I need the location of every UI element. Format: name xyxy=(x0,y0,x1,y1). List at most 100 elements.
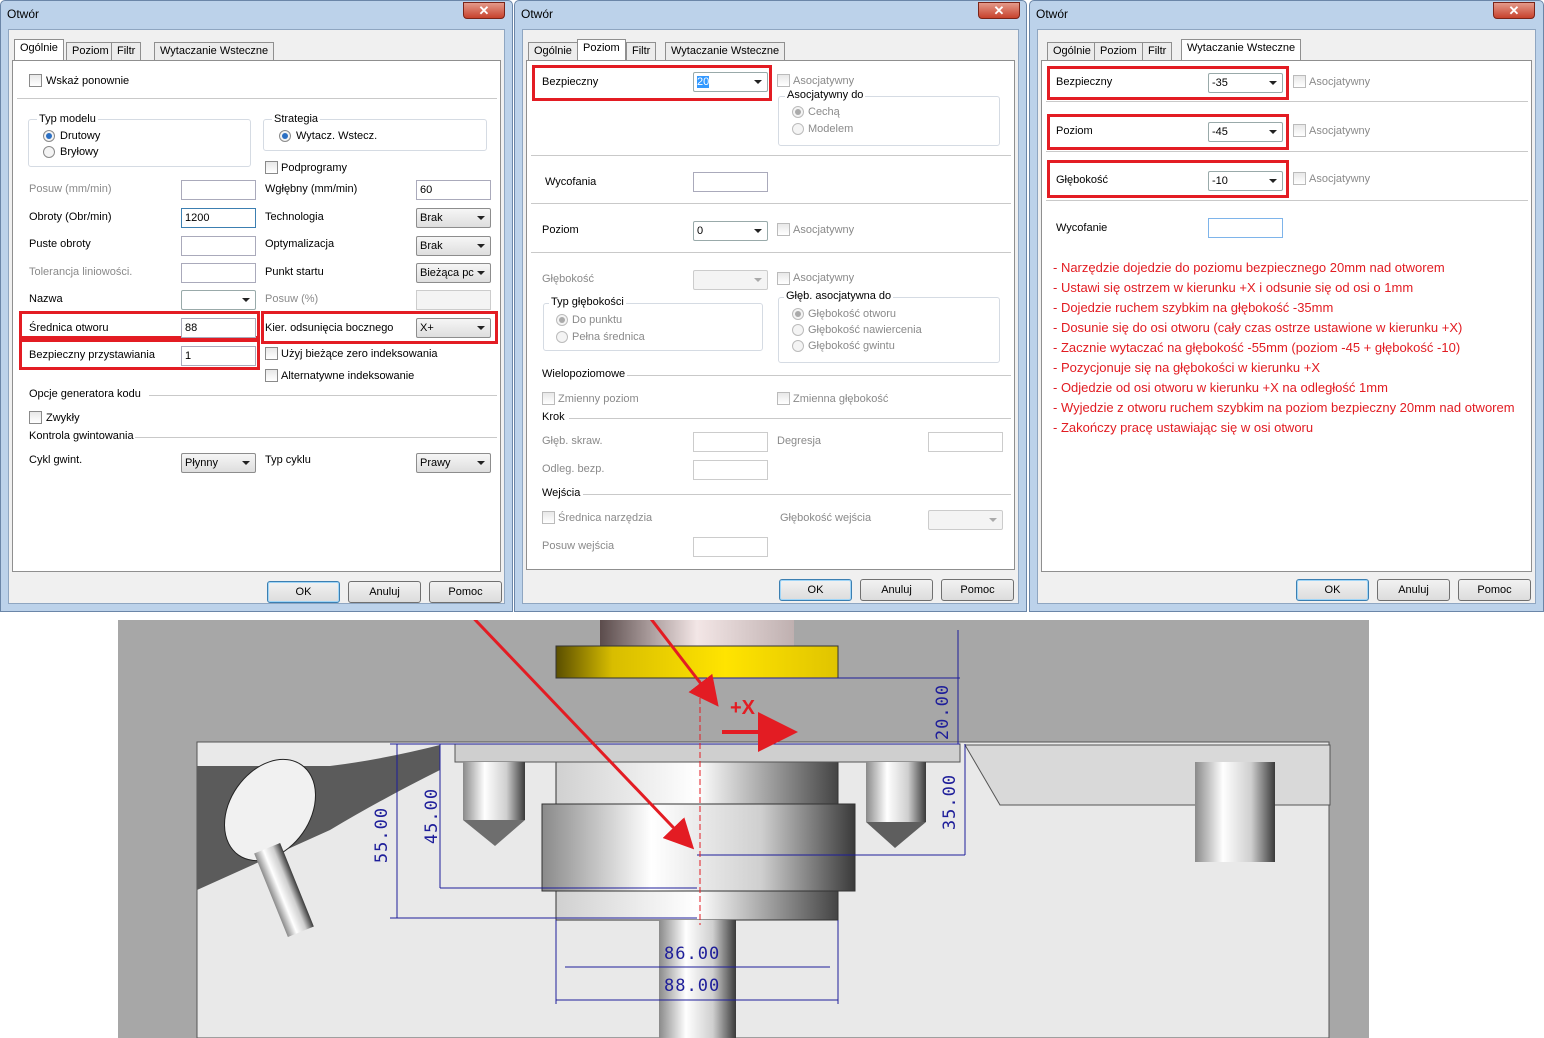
tab-level[interactable]: Poziom xyxy=(1094,42,1143,60)
ok-button[interactable]: OK xyxy=(1296,579,1369,601)
cancel-button[interactable]: Anuluj xyxy=(860,579,933,601)
feed-input[interactable] xyxy=(181,180,256,200)
show-again-checkbox[interactable] xyxy=(29,74,42,87)
wire-radio[interactable] xyxy=(43,130,55,142)
note-line: - Dosunie się do osi otworu (cały czas o… xyxy=(1053,320,1463,335)
tab-backbore[interactable]: Wytaczanie Wsteczne xyxy=(665,42,786,60)
cad-viewport[interactable] xyxy=(118,620,1369,1038)
full-diam-label: Pełna średnica xyxy=(572,331,645,343)
level-select[interactable]: 0 xyxy=(693,221,768,241)
close-icon[interactable]: ✕ xyxy=(463,2,505,19)
feature-radio[interactable] xyxy=(792,106,804,118)
full-diam-radio[interactable] xyxy=(556,331,568,343)
assoc-label: Asocjatywny xyxy=(793,272,855,284)
ok-button[interactable]: OK xyxy=(779,579,852,601)
alt-index-checkbox[interactable] xyxy=(265,369,278,382)
assoc-checkbox[interactable] xyxy=(777,272,790,285)
safe-approach-label: Bezpieczny przystawiania xyxy=(29,349,155,361)
tab-filter[interactable]: Filtr xyxy=(1142,42,1173,60)
idle-rpm-input[interactable] xyxy=(181,236,256,256)
var-level-label: Zmienny poziom xyxy=(558,393,639,405)
divider xyxy=(627,375,1011,376)
backbore-radio[interactable] xyxy=(279,130,291,142)
tab-level[interactable]: Poziom xyxy=(577,39,626,60)
var-level-checkbox[interactable] xyxy=(542,392,555,405)
var-depth-label: Zmienna głębokość xyxy=(793,393,889,405)
cancel-button[interactable]: Anuluj xyxy=(348,581,421,603)
tab-backbore[interactable]: Wytaczanie Wsteczne xyxy=(154,42,275,60)
safe-select[interactable]: 20 xyxy=(693,72,768,92)
help-button[interactable]: Pomoc xyxy=(1458,579,1531,601)
chevron-down-icon xyxy=(754,80,762,84)
dialog-level: Otwór ✕ Ogólnie Poziom Filtr Wytaczanie … xyxy=(514,0,1027,612)
use-zero-checkbox[interactable] xyxy=(265,347,278,360)
degression-input[interactable] xyxy=(928,432,1003,452)
level-select[interactable]: -45 xyxy=(1208,122,1283,142)
name-select[interactable] xyxy=(181,290,256,310)
entry-depth-select[interactable] xyxy=(928,510,1003,530)
tab-panel: Bezpieczny -35 Asocjatywny Poziom -45 As… xyxy=(1041,60,1532,572)
retract-input[interactable] xyxy=(1208,218,1283,238)
ordinary-checkbox[interactable] xyxy=(29,411,42,424)
tool-diam-checkbox[interactable] xyxy=(542,511,555,524)
var-depth-checkbox[interactable] xyxy=(777,392,790,405)
ok-button[interactable]: OK xyxy=(267,581,340,603)
hole-depth-radio[interactable] xyxy=(792,308,804,320)
tab-backbore[interactable]: Wytaczanie Wsteczne xyxy=(1181,39,1302,60)
dim-88: 88.00 xyxy=(664,976,721,996)
optimization-select[interactable]: Brak xyxy=(416,236,491,256)
technology-select[interactable]: Brak xyxy=(416,208,491,228)
divider xyxy=(531,203,1011,204)
tab-general[interactable]: Ogólnie xyxy=(1047,42,1097,60)
retract-input[interactable] xyxy=(693,172,768,192)
safe-dist-input[interactable] xyxy=(693,460,768,480)
cycle-type-select[interactable]: Prawy xyxy=(416,453,491,473)
thread-cycle-select[interactable]: Płynny xyxy=(181,453,256,473)
dim-86: 86.00 xyxy=(664,944,721,964)
note-line: - Odjedzie od osi otworu w kierunku +X n… xyxy=(1053,380,1388,395)
safe-approach-input[interactable]: 1 xyxy=(181,346,256,366)
close-icon[interactable]: ✕ xyxy=(978,2,1020,19)
tab-filter[interactable]: Filtr xyxy=(626,42,657,60)
safe-select[interactable]: -35 xyxy=(1208,73,1283,93)
model-radio[interactable] xyxy=(792,123,804,135)
assoc-checkbox[interactable] xyxy=(777,223,790,236)
close-icon[interactable]: ✕ xyxy=(1493,2,1535,19)
tab-filter[interactable]: Filtr xyxy=(111,42,142,60)
help-button[interactable]: Pomoc xyxy=(941,579,1014,601)
entry-feed-input[interactable] xyxy=(693,537,768,557)
depth-select[interactable]: -10 xyxy=(1208,171,1283,191)
tab-level[interactable]: Poziom xyxy=(66,42,115,60)
cancel-button[interactable]: Anuluj xyxy=(1377,579,1450,601)
rpm-input[interactable]: 1200 xyxy=(181,208,256,228)
assoc-checkbox[interactable] xyxy=(1293,75,1306,88)
help-button[interactable]: Pomoc xyxy=(429,581,502,603)
dialog-title: Otwór xyxy=(521,7,554,21)
start-point-select[interactable]: Bieżąca pc xyxy=(416,263,491,283)
solid-radio[interactable] xyxy=(43,146,55,158)
cut-depth-input[interactable] xyxy=(693,432,768,452)
tab-general[interactable]: Ogólnie xyxy=(528,42,578,60)
drill-depth-radio[interactable] xyxy=(792,324,804,336)
start-point-label: Punkt startu xyxy=(265,266,324,278)
assoc-checkbox[interactable] xyxy=(1293,172,1306,185)
wire-label: Drutowy xyxy=(60,130,101,142)
thread-depth-radio[interactable] xyxy=(792,340,804,352)
note-line: - Pozycjonuje się na głębokości w kierun… xyxy=(1053,360,1321,375)
feed-pct-spinner[interactable] xyxy=(416,290,491,310)
hole-top-lip xyxy=(454,743,961,763)
depth-select[interactable] xyxy=(693,270,768,290)
start-point-value: Bieżąca pc xyxy=(420,267,474,279)
assoc-checkbox[interactable] xyxy=(777,74,790,87)
plunge-input[interactable]: 60 xyxy=(416,180,491,200)
tab-general[interactable]: Ogólnie xyxy=(14,39,64,60)
linear-tol-input[interactable] xyxy=(181,263,256,283)
to-point-radio[interactable] xyxy=(556,314,568,326)
hole-diam-input[interactable]: 88 xyxy=(181,318,256,338)
subprograms-checkbox[interactable] xyxy=(265,161,278,174)
note-line: - Ustawi się ostrzem w kierunku +X i ods… xyxy=(1053,280,1414,295)
side-dir-select[interactable]: X+ xyxy=(416,318,491,338)
chevron-down-icon xyxy=(989,518,997,522)
assoc-checkbox[interactable] xyxy=(1293,124,1306,137)
chevron-down-icon xyxy=(477,326,485,330)
